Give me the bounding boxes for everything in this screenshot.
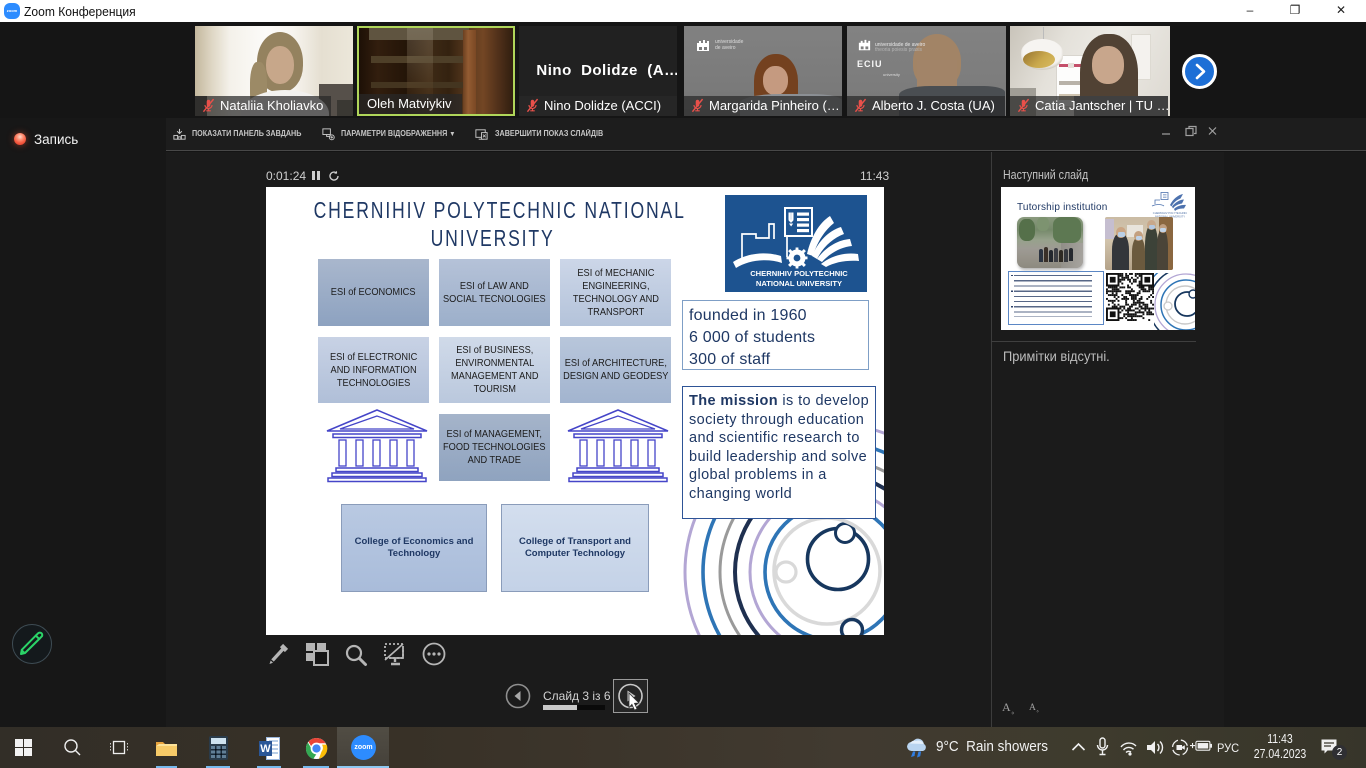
- svg-text:NATIONAL UNIVERSITY: NATIONAL UNIVERSITY: [756, 279, 842, 288]
- svg-text:CHERNIHIV POLYTECHNIC: CHERNIHIV POLYTECHNIC: [750, 269, 848, 278]
- svg-text:CHERNIHIV POLYTECHNIC: CHERNIHIV POLYTECHNIC: [1153, 211, 1188, 215]
